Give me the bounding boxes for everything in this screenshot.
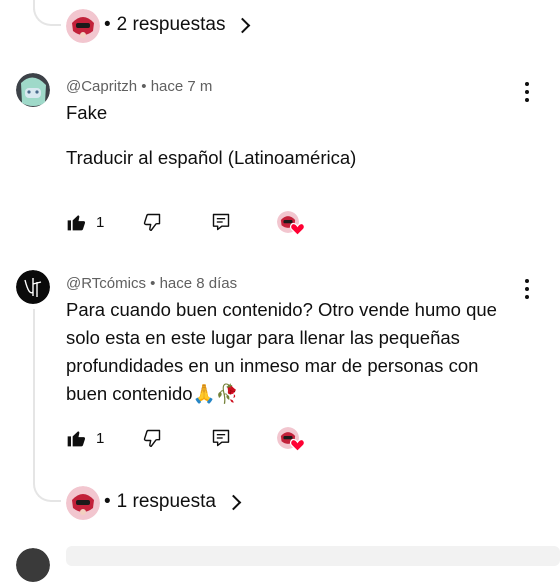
translate-link[interactable]: Traducir al español (Latinoamérica) [66, 147, 356, 169]
comment-text-line: buen contenido🙏🥀 [66, 383, 239, 404]
more-vert-icon[interactable] [524, 82, 530, 102]
creator-avatar [66, 9, 100, 43]
comment-time: hace 8 días [159, 275, 238, 292]
comment-text-line: Para cuando buen contenido? Otro vende h… [66, 299, 497, 320]
dislike-button[interactable] [142, 211, 162, 233]
reply-button[interactable] [211, 211, 231, 233]
like-button[interactable]: 1 [66, 212, 104, 232]
creator-heart-icon [290, 438, 305, 452]
creator-avatar [66, 486, 100, 520]
dislike-button[interactable] [142, 427, 162, 449]
like-count: 1 [96, 429, 105, 447]
creator-heart-badge [277, 427, 307, 453]
thread-curve-top [33, 0, 61, 26]
like-count: 1 [96, 213, 105, 231]
view-replies-button[interactable]: • 2 respuestas [104, 14, 251, 36]
author-avatar[interactable] [16, 73, 50, 107]
creator-heart-badge [277, 211, 307, 237]
comment-text: Para cuando buen contenido? Otro vende h… [66, 296, 546, 408]
reply-comment-icon [212, 429, 230, 447]
replies-label: 2 respuestas [116, 14, 226, 35]
reply-comment-icon [212, 213, 230, 231]
chevron-right-icon [235, 17, 251, 33]
comment-meta: @Capritzh • hace 7 m [66, 78, 213, 95]
comment-text-line: profundidades en un inmeso mar de person… [66, 355, 479, 376]
thread-curve-bottom [33, 474, 61, 502]
creator-heart-icon [290, 222, 305, 236]
author-avatar[interactable] [16, 270, 50, 304]
thumb-up-icon [67, 215, 86, 231]
comment-author[interactable]: @RTcómics [66, 275, 146, 292]
thumb-down-icon [143, 213, 161, 232]
reply-button[interactable] [211, 427, 231, 449]
like-button[interactable]: 1 [66, 428, 104, 448]
thread-line-bottom [33, 309, 35, 474]
comment-text: Fake [66, 102, 108, 123]
comment-time: hace 7 m [150, 78, 213, 95]
thumb-up-icon [67, 431, 86, 447]
view-replies-button[interactable]: • 1 respuesta [104, 491, 242, 513]
comment-author[interactable]: @Capritzh [66, 78, 137, 95]
next-comment-preview [66, 546, 560, 566]
author-avatar[interactable] [16, 548, 50, 582]
comment-text-line: solo esta en este lugar para llenar las … [66, 327, 460, 348]
replies-label: 1 respuesta [116, 491, 216, 512]
chevron-right-icon [225, 494, 242, 510]
thumb-down-icon [143, 429, 161, 448]
comment-meta: @RTcómics • hace 8 días [66, 275, 238, 292]
